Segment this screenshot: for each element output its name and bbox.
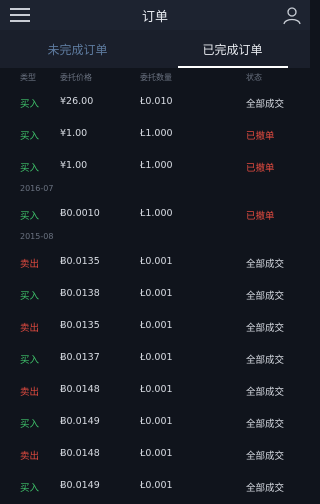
order-price: Ƀ0.0149 bbox=[60, 480, 100, 491]
order-status: 全部成交 bbox=[246, 451, 285, 462]
order-status: 全部成交 bbox=[246, 387, 285, 398]
order-quantity: Ł1.000 bbox=[140, 208, 173, 219]
order-quantity: Ł1.000 bbox=[140, 128, 173, 139]
order-type: 买入 bbox=[20, 483, 40, 494]
order-status: 全部成交 bbox=[246, 323, 285, 334]
order-row[interactable]: 买入 ¥1.00 Ł1.000 已撤单 bbox=[0, 148, 310, 180]
order-quantity: Ł0.001 bbox=[140, 256, 173, 267]
order-price: Ƀ0.0135 bbox=[60, 256, 100, 267]
tab-open-orders-label: 未完成订单 bbox=[47, 42, 108, 57]
column-header-qty: 委托数量 bbox=[140, 73, 172, 82]
order-price: Ƀ0.0148 bbox=[60, 384, 100, 395]
order-type: 卖出 bbox=[20, 451, 40, 462]
order-row[interactable]: 买入 ¥1.00 Ł1.000 已撤单 bbox=[0, 116, 310, 148]
date-section-label: 2016-07 bbox=[20, 184, 54, 193]
order-price: Ƀ0.0137 bbox=[60, 352, 100, 363]
order-quantity: Ł0.001 bbox=[140, 416, 173, 427]
order-status: 已撤单 bbox=[246, 163, 275, 174]
order-quantity: Ł0.001 bbox=[140, 384, 173, 395]
tab-completed-orders[interactable]: 已完成订单 bbox=[155, 30, 310, 68]
order-status: 全部成交 bbox=[246, 291, 285, 302]
column-header-type: 类型 bbox=[20, 73, 36, 82]
order-price: ¥26.00 bbox=[60, 96, 94, 107]
date-section-header: 2016-07 bbox=[0, 180, 310, 196]
order-type: 卖出 bbox=[20, 323, 40, 334]
menu-icon[interactable] bbox=[10, 8, 30, 22]
column-header-price: 委托价格 bbox=[60, 73, 92, 82]
order-price: Ƀ0.0010 bbox=[60, 208, 100, 219]
tab-open-orders[interactable]: 未完成订单 bbox=[0, 30, 155, 68]
order-quantity: Ł0.001 bbox=[140, 320, 173, 331]
order-list: 买入 ¥26.00 Ł0.010 全部成交 买入 ¥1.00 Ł1.000 已撤单 买入 ¥1.0… bbox=[0, 84, 310, 500]
tab-completed-orders-label: 已完成订单 bbox=[202, 42, 263, 57]
order-quantity: Ł1.000 bbox=[140, 160, 173, 171]
date-section-header: 2015-08 bbox=[0, 228, 310, 244]
order-status: 全部成交 bbox=[246, 99, 285, 110]
order-row[interactable]: 卖出 Ƀ0.0135 Ł0.001 全部成交 bbox=[0, 244, 310, 276]
order-row[interactable]: 卖出 Ƀ0.0135 Ł0.001 全部成交 bbox=[0, 308, 310, 340]
order-row[interactable]: 买入 Ƀ0.0137 Ł0.001 全部成交 bbox=[0, 340, 310, 372]
order-status: 全部成交 bbox=[246, 419, 285, 430]
order-quantity: Ł0.001 bbox=[140, 288, 173, 299]
order-type: 买入 bbox=[20, 163, 40, 174]
order-type: 买入 bbox=[20, 291, 40, 302]
order-status: 全部成交 bbox=[246, 259, 285, 270]
order-status: 全部成交 bbox=[246, 355, 285, 366]
order-price: Ƀ0.0148 bbox=[60, 448, 100, 459]
order-price: ¥1.00 bbox=[60, 128, 88, 139]
order-type: 买入 bbox=[20, 355, 40, 366]
order-type: 买入 bbox=[20, 131, 40, 142]
order-price: ¥1.00 bbox=[60, 160, 88, 171]
column-headers: 类型 委托价格 委托数量 状态 bbox=[0, 68, 310, 84]
order-type: 买入 bbox=[20, 211, 40, 222]
order-price: Ƀ0.0135 bbox=[60, 320, 100, 331]
order-row[interactable]: 买入 Ƀ0.0149 Ł0.001 全部成交 bbox=[0, 404, 310, 436]
order-type: 卖出 bbox=[20, 259, 40, 270]
order-quantity: Ł0.001 bbox=[140, 352, 173, 363]
app-header: 订单 bbox=[0, 0, 310, 30]
order-tabs: 未完成订单 已完成订单 bbox=[0, 30, 310, 68]
order-status: 已撤单 bbox=[246, 131, 275, 142]
order-row[interactable]: 买入 Ƀ0.0149 Ł0.001 全部成交 bbox=[0, 468, 310, 500]
order-status: 全部成交 bbox=[246, 483, 285, 494]
order-row[interactable]: 买入 ¥26.00 Ł0.010 全部成交 bbox=[0, 84, 310, 116]
date-section-label: 2015-08 bbox=[20, 232, 54, 241]
order-quantity: Ł0.010 bbox=[140, 96, 173, 107]
order-row[interactable]: 买入 Ƀ0.0138 Ł0.001 全部成交 bbox=[0, 276, 310, 308]
user-icon[interactable] bbox=[282, 5, 302, 25]
order-quantity: Ł0.001 bbox=[140, 448, 173, 459]
order-row[interactable]: 卖出 Ƀ0.0148 Ł0.001 全部成交 bbox=[0, 436, 310, 468]
order-type: 买入 bbox=[20, 419, 40, 430]
order-price: Ƀ0.0149 bbox=[60, 416, 100, 427]
page-title: 订单 bbox=[141, 9, 168, 25]
order-type: 买入 bbox=[20, 99, 40, 110]
order-price: Ƀ0.0138 bbox=[60, 288, 100, 299]
order-row[interactable]: 买入 Ƀ0.0010 Ł1.000 已撤单 bbox=[0, 196, 310, 228]
order-status: 已撤单 bbox=[246, 211, 275, 222]
order-quantity: Ł0.001 bbox=[140, 480, 173, 491]
order-row[interactable]: 卖出 Ƀ0.0148 Ł0.001 全部成交 bbox=[0, 372, 310, 404]
order-type: 卖出 bbox=[20, 387, 40, 398]
column-header-status: 状态 bbox=[246, 73, 262, 82]
